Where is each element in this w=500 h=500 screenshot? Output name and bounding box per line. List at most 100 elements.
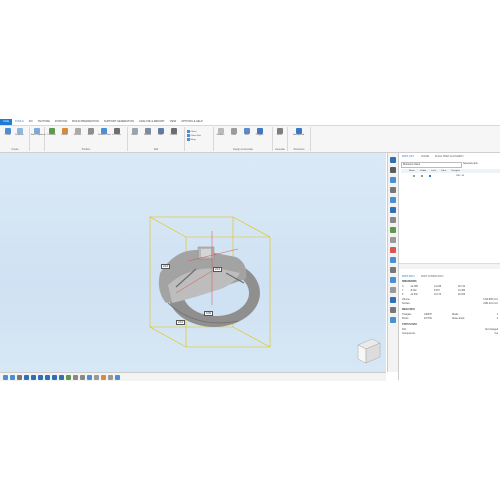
pan-icon[interactable] (390, 307, 396, 313)
menu-tools[interactable]: TOOLS (12, 119, 26, 125)
rotate-button[interactable]: Rotate (59, 128, 70, 142)
menu-fix[interactable]: FIX (26, 119, 35, 125)
center-label: 0.00 (204, 311, 214, 316)
lasso-icon[interactable] (390, 187, 396, 193)
plane-icon[interactable] (390, 207, 396, 213)
fillet-button[interactable]: Fillet (155, 128, 166, 142)
triangle-count: 198 - 93 (456, 175, 465, 177)
offset-icon (187, 130, 190, 133)
vertical-toolbar (387, 153, 398, 372)
dimensions-title: DIMENSIONS (402, 281, 417, 283)
zoom-out-icon[interactable] (10, 374, 15, 380)
camera-icon[interactable] (108, 374, 113, 380)
app-window: FILE TOOLS FIX TEXTURE POSITION BUILD PR… (0, 119, 500, 381)
polygon-button[interactable]: Polygon (254, 128, 265, 142)
tab-part-info[interactable]: PART INFO (402, 275, 415, 278)
hide-icon[interactable] (390, 287, 396, 293)
reference-frame-select[interactable]: Reference frame (401, 162, 462, 168)
box-select-icon[interactable] (390, 177, 396, 183)
surface-icon[interactable] (390, 217, 396, 223)
view-back-icon[interactable] (31, 374, 36, 380)
shading-icon[interactable] (73, 374, 78, 380)
grid-icon[interactable] (94, 374, 99, 380)
wireframe-icon[interactable] (80, 374, 85, 380)
honeycomb-button[interactable]: Honeycomb (293, 128, 304, 142)
translate-button[interactable]: Translate (46, 128, 57, 142)
ribbon-group-offset: Offset Offset Part Wrap (185, 127, 214, 151)
rotate-view-icon[interactable] (390, 317, 396, 323)
menu-texture[interactable]: TEXTURE (35, 119, 52, 125)
menu-position[interactable]: POSITION (52, 119, 69, 125)
pointer-icon[interactable] (390, 167, 396, 173)
view-right-icon[interactable] (45, 374, 50, 380)
label-button[interactable]: Label (228, 128, 239, 142)
lock-icon[interactable] (421, 175, 423, 177)
view-top-icon[interactable] (52, 374, 57, 380)
struct-button[interactable]: Struct (274, 128, 285, 142)
contour-button[interactable]: Contour (168, 128, 179, 142)
menu-file[interactable]: FILE (0, 119, 13, 125)
offset-small-button[interactable]: Offset (187, 130, 196, 133)
smooth-button[interactable]: Smooth (142, 128, 153, 142)
duplicate-button[interactable]: Duplicate (14, 128, 25, 142)
tab-build-prep[interactable]: BUILD PREP ALIGNMENT (435, 155, 464, 158)
ribbon-group-edit: Hollow Smooth Fillet Contour Edit (128, 127, 185, 151)
color-swatch[interactable] (429, 175, 431, 177)
view-left-icon[interactable] (38, 374, 43, 380)
light-icon[interactable] (101, 374, 106, 380)
tab-scene[interactable]: SCENE (421, 155, 429, 158)
triangle-icon[interactable] (390, 237, 396, 243)
view-bottom-icon[interactable] (59, 374, 64, 380)
delete-icon[interactable] (390, 247, 396, 253)
part-list-row[interactable]: 198 - 93 (401, 174, 497, 178)
view-cube[interactable] (357, 338, 381, 364)
menu-support-generation[interactable]: SUPPORT GENERATION (101, 119, 136, 125)
view-front-icon[interactable] (24, 374, 29, 380)
menu-view[interactable]: VIEW (167, 119, 179, 125)
menu-build-preparation[interactable]: BUILD PREPARATION (70, 119, 102, 125)
tab-part-comms-info[interactable]: PART COMMS INFO (421, 275, 443, 278)
cut-plane-icon[interactable] (390, 267, 396, 273)
status-row: Part Not changed (402, 329, 498, 331)
dim-row-x: X -12.086 14.188 26.712 (402, 286, 466, 288)
points-row: Points 437736 Noise shells 0 (402, 318, 498, 320)
ribbon-group-position: Translate Rotate Rescale Mirror Position… (45, 127, 128, 151)
emboss-button[interactable]: Emboss (215, 128, 226, 142)
brush-icon[interactable] (390, 197, 396, 203)
zoom-fit-icon[interactable] (17, 374, 22, 380)
rescale-button[interactable]: Rescale (72, 128, 83, 142)
zoom-in-icon[interactable] (3, 374, 8, 380)
hollow-button[interactable]: Hollow (129, 128, 140, 142)
visible-toggle-icon[interactable] (413, 175, 415, 177)
view-toolbar (0, 372, 386, 381)
3d-viewport[interactable]: 24.0 24.0 24.0 0.00 (0, 153, 386, 372)
batch-duplicate-button[interactable]: Batch Duplicate (31, 128, 46, 142)
measure-icon[interactable] (390, 257, 396, 263)
iso-view-icon[interactable] (66, 374, 71, 380)
part-list-header: Name Visible Lock Color Triangles (401, 169, 500, 173)
ribbon-group-batch: Batch Duplicate (30, 127, 46, 151)
ring-scene (148, 216, 381, 364)
right-panel: PART LIST SCENE BUILD PREP ALIGNMENT Ref… (398, 153, 500, 380)
mirror-button[interactable]: Mirror (85, 128, 96, 142)
text-button[interactable]: Text (241, 128, 252, 142)
dim-row-z: Z -11.532 10.173 20.165 (402, 294, 466, 296)
offset-part-icon (187, 134, 190, 137)
section-icon[interactable] (390, 277, 396, 283)
ribbon-group-generate: Struct Generate (273, 127, 288, 151)
menu-options-help[interactable]: OPTIONS & HELP (179, 119, 206, 125)
shell-icon[interactable] (390, 227, 396, 233)
zoom-icon[interactable] (390, 297, 396, 303)
dimension-z-label: 24.0 (176, 320, 186, 325)
transparency-icon[interactable] (87, 374, 92, 380)
wrap-small-button[interactable]: Wrap (187, 138, 196, 141)
cut-parts-button[interactable]: Cut Parts (111, 128, 122, 142)
select-icon[interactable] (390, 157, 396, 163)
offset-part-small-button[interactable]: Offset Part (187, 134, 201, 137)
position-parts-button[interactable]: Position Parts (98, 128, 111, 142)
create-button[interactable]: Create (2, 128, 13, 142)
perspective-icon[interactable] (115, 374, 120, 380)
menu-bar: FILE TOOLS FIX TEXTURE POSITION BUILD PR… (0, 119, 500, 126)
tab-part-list[interactable]: PART LIST (402, 155, 414, 158)
menu-analyze-report[interactable]: ANALYZE & REPORT (137, 119, 168, 125)
